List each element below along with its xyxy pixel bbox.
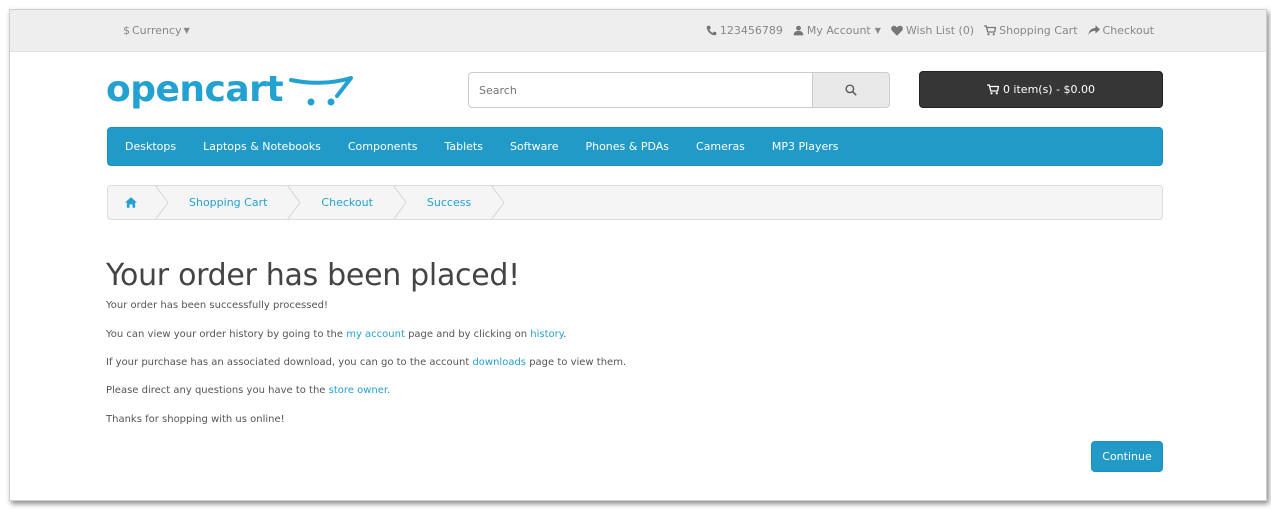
downloads-link[interactable]: downloads [472, 357, 526, 368]
page-title: Your order has been placed! [106, 258, 520, 293]
phone-number: 123456789 [719, 24, 783, 37]
menu-item-tablets[interactable]: Tablets [444, 140, 483, 153]
breadcrumb-success[interactable]: Success [407, 186, 491, 219]
breadcrumb-home[interactable] [108, 186, 155, 219]
caret-down-icon: ▼ [183, 26, 190, 35]
menu-item-components[interactable]: Components [348, 140, 418, 153]
wish-list-label: Wish List (0) [905, 24, 975, 37]
text-segment: . [563, 329, 567, 340]
caret-down-icon: ▼ [874, 26, 881, 35]
top-links: 123456789 My Account ▼ Wish List (0) Sho… [706, 24, 1154, 37]
breadcrumb-separator [393, 186, 407, 219]
breadcrumb-separator [155, 186, 169, 219]
search-bar [468, 72, 890, 108]
my-account-label: My Account [806, 24, 871, 37]
user-icon [793, 25, 804, 36]
text-segment: You can view your order history by going… [106, 329, 347, 340]
text-segment: page and by clicking on [404, 329, 531, 340]
heart-icon [891, 25, 903, 36]
checkout-link[interactable]: Checkout [1087, 24, 1154, 37]
menu-item-desktops[interactable]: Desktops [125, 140, 176, 153]
search-button[interactable] [812, 72, 890, 108]
menu-item-laptops-notebooks[interactable]: Laptops & Notebooks [203, 140, 321, 153]
currency-symbol: $ [123, 24, 130, 37]
menu-item-mp3-players[interactable]: MP3 Players [772, 140, 839, 153]
menu-item-phones-pdas[interactable]: Phones & PDAs [585, 140, 669, 153]
checkout-label: Checkout [1102, 24, 1154, 37]
breadcrumb-separator [287, 186, 302, 219]
home-icon [125, 197, 137, 208]
menu-item-software[interactable]: Software [510, 140, 559, 153]
menu-item-cameras[interactable]: Cameras [696, 140, 745, 153]
text-segment: Please direct any questions you have to … [106, 385, 329, 396]
text-segment: If your purchase has an associated downl… [106, 357, 473, 368]
cart-icon [986, 84, 999, 95]
top-bar: $ Currency ▼ 123456789 My Account ▼ Wish… [10, 10, 1266, 52]
continue-button[interactable]: Continue [1091, 441, 1163, 472]
success-message: Your order has been successfully process… [106, 300, 328, 311]
logo-text: opencart [106, 69, 284, 110]
text-segment: page to view them. [526, 357, 627, 368]
cart-summary: 0 item(s) - $0.00 [1002, 83, 1096, 96]
phone-icon [706, 25, 717, 36]
breadcrumb-shopping-cart[interactable]: Shopping Cart [169, 186, 287, 219]
downloads-message: If your purchase has an associated downl… [106, 357, 626, 368]
my-account-dropdown[interactable]: My Account ▼ [793, 24, 881, 37]
opencart-logo[interactable]: opencart [106, 66, 376, 114]
store-owner-link[interactable]: store owner [329, 385, 387, 396]
shopping-cart-link[interactable]: Shopping Cart [984, 24, 1078, 37]
category-menu: Desktops Laptops & Notebooks Components … [107, 127, 1163, 166]
share-arrow-icon [1087, 25, 1100, 35]
phone-link[interactable]: 123456789 [706, 24, 783, 37]
questions-message: Please direct any questions you have to … [106, 385, 390, 396]
order-history-message: You can view your order history by going… [106, 329, 566, 340]
currency-dropdown[interactable]: $ Currency ▼ [123, 24, 190, 37]
logo-cart-icon [289, 76, 354, 106]
text-segment: . [387, 385, 391, 396]
cart-icon [984, 25, 997, 36]
breadcrumb-checkout[interactable]: Checkout [301, 186, 392, 219]
shopping-cart-label: Shopping Cart [999, 24, 1078, 37]
history-link[interactable]: history [530, 329, 563, 340]
breadcrumb: Shopping Cart Checkout Success [107, 185, 1163, 220]
currency-label: Currency [132, 24, 182, 37]
my-account-link[interactable]: my account [346, 329, 405, 340]
wish-list-link[interactable]: Wish List (0) [891, 24, 974, 37]
breadcrumb-separator [491, 186, 505, 219]
search-icon [845, 84, 857, 96]
thanks-message: Thanks for shopping with us online! [106, 414, 285, 425]
cart-dropdown-button[interactable]: 0 item(s) - $0.00 [919, 71, 1163, 108]
browser-page: $ Currency ▼ 123456789 My Account ▼ Wish… [9, 9, 1267, 501]
search-input[interactable] [468, 72, 812, 108]
